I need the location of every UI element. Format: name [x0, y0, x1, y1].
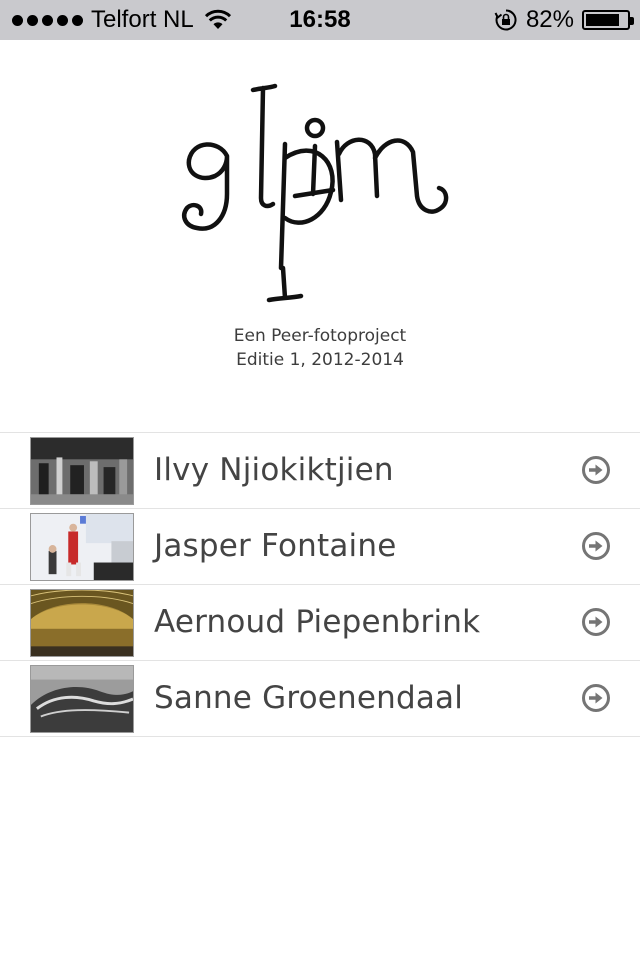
- photographer-name: Aernoud Piepenbrink: [154, 604, 481, 640]
- list-item-jasper-fontaine[interactable]: Jasper Fontaine: [0, 509, 640, 585]
- thumbnail-image: [30, 589, 134, 657]
- subtitle: Een Peer-fotoproject Editie 1, 2012-2014: [0, 324, 640, 372]
- arrow-right-circle-icon[interactable]: [581, 455, 611, 485]
- battery-percentage: 82%: [525, 6, 574, 33]
- glim-logo: [182, 83, 449, 303]
- photographer-name: Ilvy Njiokiktjien: [154, 452, 394, 488]
- thumbnail-image: [30, 437, 134, 505]
- photographer-name: Sanne Groenendaal: [154, 680, 464, 716]
- thumbnail-image: [30, 665, 134, 733]
- arrow-right-circle-icon[interactable]: [581, 531, 611, 561]
- arrow-right-circle-icon[interactable]: [581, 607, 611, 637]
- list-item-ilvy-njiokiktjien[interactable]: Ilvy Njiokiktjien: [0, 433, 640, 509]
- subtitle-line-1: Een Peer-fotoproject: [233, 326, 407, 346]
- status-bar: Telfort NL 16:58 82%: [0, 0, 640, 40]
- thumbnail-image: [30, 513, 134, 581]
- arrow-right-circle-icon[interactable]: [581, 683, 611, 713]
- status-bar-right: 82%: [494, 0, 634, 40]
- photographer-name: Jasper Fontaine: [154, 528, 397, 564]
- rotation-lock-icon: [494, 9, 517, 31]
- battery-level-fill: [586, 14, 619, 26]
- photographer-list: Ilvy Njiokiktjien Jasper Fontaine Aernou…: [0, 432, 640, 737]
- list-item-sanne-groenendaal[interactable]: Sanne Groenendaal: [0, 661, 640, 737]
- subtitle-line-2: Editie 1, 2012-2014: [236, 350, 404, 370]
- battery-icon: [582, 10, 634, 30]
- list-item-aernoud-piepenbrink[interactable]: Aernoud Piepenbrink: [0, 585, 640, 661]
